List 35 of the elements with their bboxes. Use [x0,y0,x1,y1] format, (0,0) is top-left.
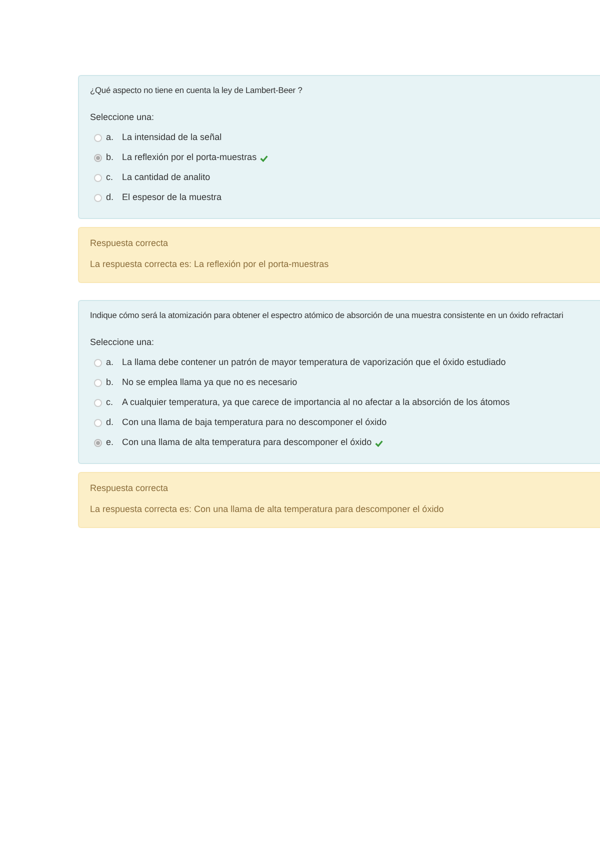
prompt-text: Seleccione una: [90,110,154,124]
option-text: La cantidad de analito [122,171,210,184]
option-letter: a. [106,131,115,144]
option-letter: c. [106,396,114,410]
radio-button[interactable] [94,174,102,182]
radio-button[interactable] [94,379,102,388]
option-letter: a. [106,356,115,370]
radio-button[interactable] [94,439,102,448]
option-text: La intensidad de la señal [122,131,222,144]
radio-button[interactable] [94,134,102,142]
radio-button[interactable] [94,154,102,162]
option-text: Con una llama de baja temperatura para no descomponer el óxido [122,416,387,430]
feedback-title: Respuesta correcta [90,482,168,496]
option-letter: b. [106,376,115,390]
radio-button[interactable] [94,194,102,202]
option-letter: e. [106,436,115,450]
option-letter: b. [106,151,115,164]
option-text: La llama debe contener un patrón de mayor temperatura de vaporización que el óxido estudiado [122,356,506,370]
option-text: Con una llama de alta temperatura para descomponer el óxido [122,436,372,450]
option-text: A cualquier temperatura, ya que carece de importancia al no afectar a la absorción de los átomos [122,396,510,410]
question-text: Indique cómo será la atomización para obtener el espectro atómico de absorción de una muestra consistente en un óxido refractari [90,309,564,322]
radio-button[interactable] [94,359,102,368]
radio-button[interactable] [94,399,102,408]
option-letter: d. [106,416,115,430]
option-text: No se emplea llama ya que no es necesario [122,376,298,390]
question-text: ¿Qué aspecto no tiene en cuenta la ley de Lambert-Beer ? [90,84,302,97]
prompt-text: Seleccione una: [90,336,154,349]
option-text: La reflexión por el porta-muestras [122,151,257,164]
feedback-title: Respuesta correcta [90,237,168,250]
feedback-text: La respuesta correcta es: Con una llama de alta temperatura para descomponer el óxido [90,502,444,516]
feedback-text: La respuesta correcta es: La reflexión por el porta-muestras [90,258,329,271]
option-text: El espesor de la muestra [122,191,222,204]
radio-button[interactable] [94,419,102,428]
option-letter: c. [106,171,114,184]
option-letter: d. [106,191,115,204]
